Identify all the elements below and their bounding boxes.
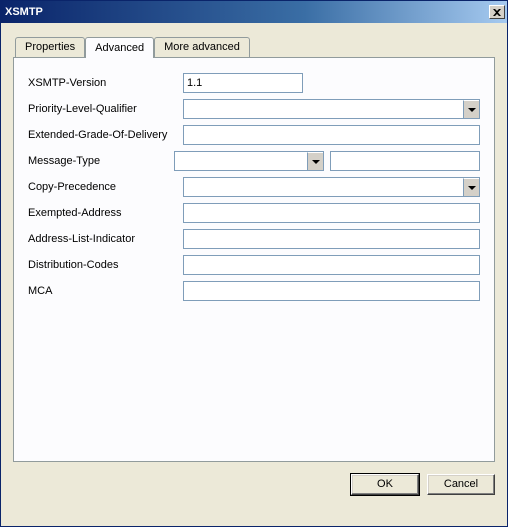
advanced-panel: XSMTP-Version Priority-Level-Qualifier E… bbox=[13, 57, 495, 462]
input-address-list-indicator[interactable] bbox=[183, 229, 480, 249]
tab-strip: Properties Advanced More advanced bbox=[13, 35, 495, 57]
combo-priority-level-qualifier-text bbox=[184, 100, 463, 118]
combo-message-type[interactable] bbox=[174, 151, 324, 171]
input-message-type-extra[interactable] bbox=[330, 151, 480, 171]
label-distribution-codes: Distribution-Codes bbox=[28, 259, 183, 271]
input-exempted-address[interactable] bbox=[183, 203, 480, 223]
titlebar: XSMTP bbox=[1, 1, 507, 23]
combo-copy-precedence[interactable] bbox=[183, 177, 480, 197]
dialog-buttons: OK Cancel bbox=[13, 462, 495, 495]
chevron-down-icon[interactable] bbox=[463, 178, 479, 196]
input-distribution-codes[interactable] bbox=[183, 255, 480, 275]
input-mca[interactable] bbox=[183, 281, 480, 301]
ok-button[interactable]: OK bbox=[351, 474, 419, 495]
close-icon bbox=[493, 9, 501, 16]
combo-priority-level-qualifier[interactable] bbox=[183, 99, 480, 119]
label-extended-grade-of-delivery: Extended-Grade-Of-Delivery bbox=[28, 129, 183, 141]
input-xsmtp-version[interactable] bbox=[183, 73, 303, 93]
tab-advanced[interactable]: Advanced bbox=[85, 37, 154, 58]
label-mca: MCA bbox=[28, 285, 183, 297]
client-area: Properties Advanced More advanced XSMTP-… bbox=[1, 23, 507, 526]
chevron-down-icon[interactable] bbox=[307, 152, 323, 170]
tab-properties[interactable]: Properties bbox=[15, 37, 85, 57]
label-message-type: Message-Type bbox=[28, 155, 174, 167]
row-address-list-indicator: Address-List-Indicator bbox=[28, 226, 480, 252]
cancel-button[interactable]: Cancel bbox=[427, 474, 495, 495]
label-priority-level-qualifier: Priority-Level-Qualifier bbox=[28, 103, 183, 115]
xsmtp-window: XSMTP Properties Advanced More advanced … bbox=[0, 0, 508, 527]
window-title: XSMTP bbox=[5, 6, 487, 18]
row-mca: MCA bbox=[28, 278, 480, 304]
combo-copy-precedence-text bbox=[184, 178, 463, 196]
row-copy-precedence: Copy-Precedence bbox=[28, 174, 480, 200]
combo-message-type-text bbox=[175, 152, 307, 170]
label-exempted-address: Exempted-Address bbox=[28, 207, 183, 219]
row-xsmtp-version: XSMTP-Version bbox=[28, 70, 480, 96]
tab-more-advanced[interactable]: More advanced bbox=[154, 37, 250, 57]
row-priority-level-qualifier: Priority-Level-Qualifier bbox=[28, 96, 480, 122]
row-message-type: Message-Type bbox=[28, 148, 480, 174]
close-button[interactable] bbox=[489, 5, 505, 19]
input-extended-grade-of-delivery[interactable] bbox=[183, 125, 480, 145]
label-copy-precedence: Copy-Precedence bbox=[28, 181, 183, 193]
label-address-list-indicator: Address-List-Indicator bbox=[28, 233, 183, 245]
row-exempted-address: Exempted-Address bbox=[28, 200, 480, 226]
row-extended-grade-of-delivery: Extended-Grade-Of-Delivery bbox=[28, 122, 480, 148]
label-xsmtp-version: XSMTP-Version bbox=[28, 77, 183, 89]
chevron-down-icon[interactable] bbox=[463, 100, 479, 118]
row-distribution-codes: Distribution-Codes bbox=[28, 252, 480, 278]
